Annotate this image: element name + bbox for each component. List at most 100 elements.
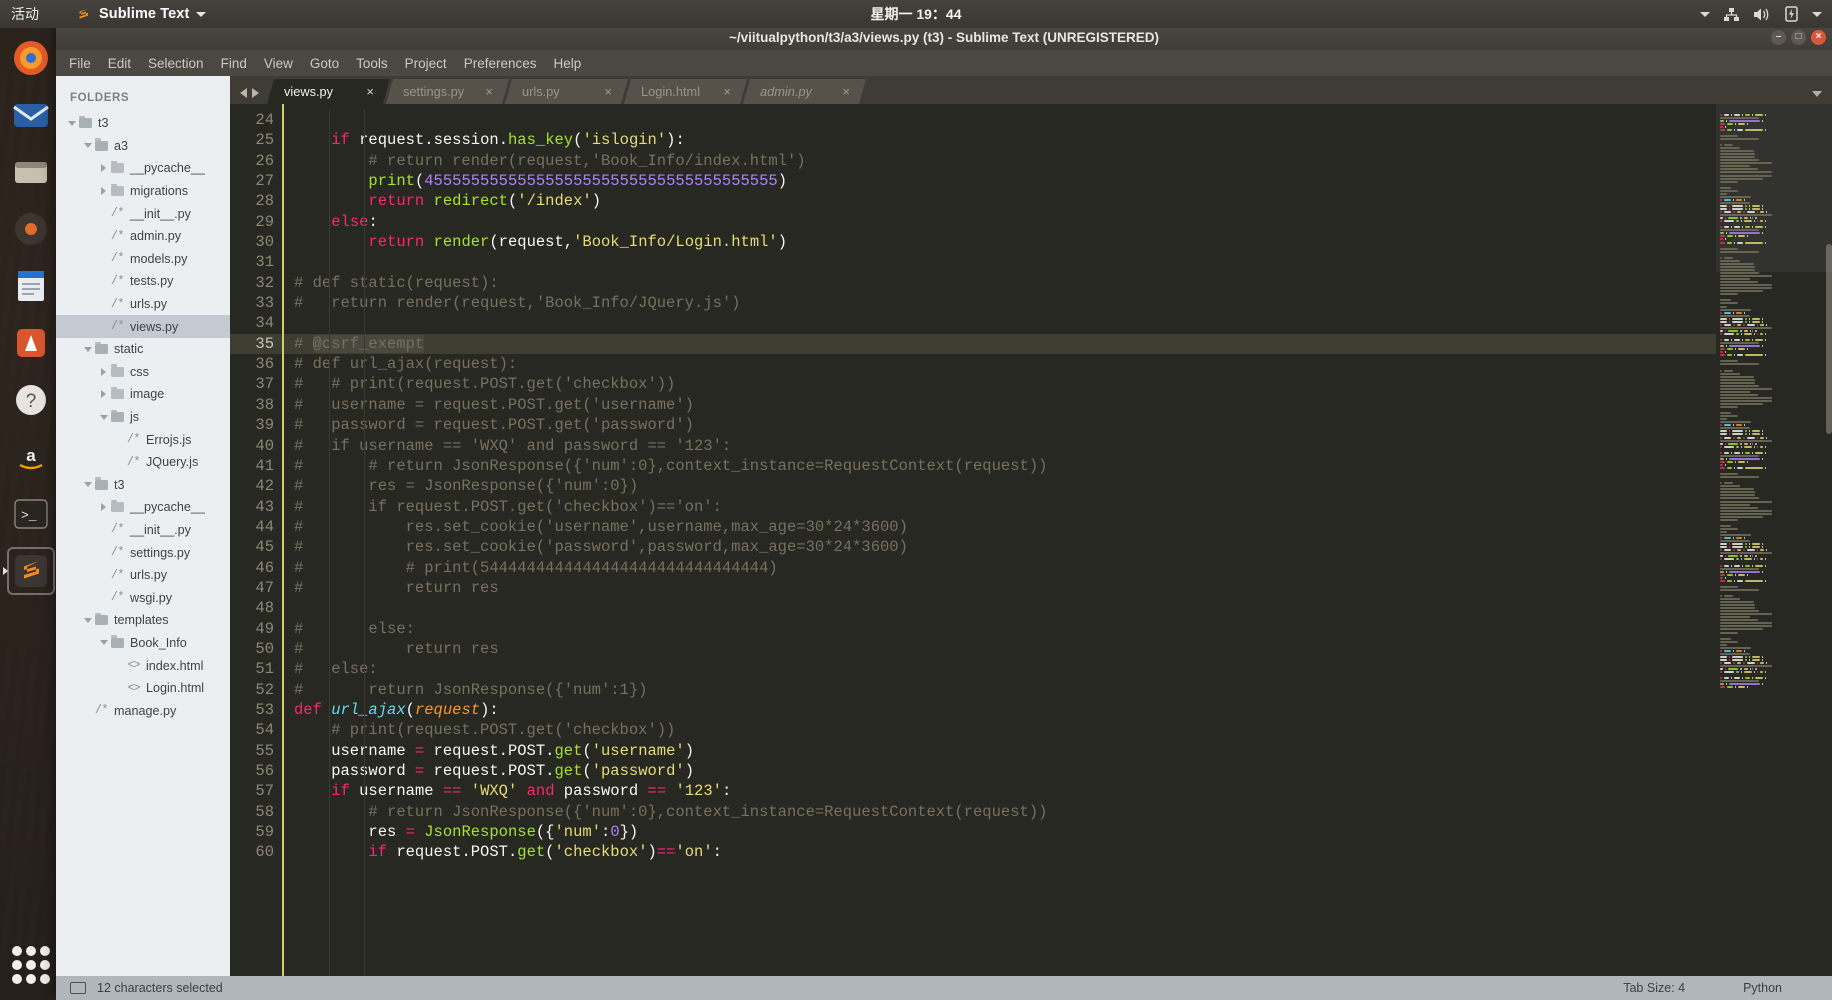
chevron-down-icon[interactable] [82,143,93,149]
code-line[interactable]: # return res [284,578,1832,598]
chevron-right-icon[interactable] [98,187,109,196]
code-line[interactable]: # # print(request.POST.get('checkbox')) [284,374,1832,394]
activities-button[interactable]: 活动 [11,4,39,24]
tab-close-icon[interactable]: × [842,84,850,99]
panel-caret-down-icon[interactable] [1700,11,1710,17]
next-tab-arrow-icon[interactable] [252,88,259,98]
code-line[interactable]: # return render(request,'Book_Info/JQuer… [284,293,1832,313]
panel-indicators[interactable] [1700,0,1822,28]
menu-item-project[interactable]: Project [405,56,447,71]
code-line[interactable]: return render(request,'Book_Info/Login.h… [284,232,1832,252]
code-line[interactable]: # # print(544444444444444444444444444444… [284,558,1832,578]
code-line[interactable]: if username == 'WXQ' and password == '12… [284,781,1832,801]
sidebar-item--init-py[interactable]: /* __init__.py [56,202,230,225]
sidebar-item-js[interactable]: js [56,406,230,429]
launcher-item-rhythmbox[interactable] [7,205,55,253]
sidebar-item-views-py[interactable]: /* views.py [56,315,230,338]
launcher-item-sublime-text[interactable] [3,547,55,595]
code-line[interactable]: # # return JsonResponse({'num':0},contex… [284,456,1832,476]
menu-bar[interactable]: File Edit Selection Find View Goto Tools Projec… [56,50,1832,76]
tab-settings-py[interactable]: settings.py × [386,79,509,104]
code-line[interactable]: username = request.POST.get('username') [284,741,1832,761]
minimap[interactable] [1716,104,1832,976]
launcher-item-libreoffice-writer[interactable] [7,262,55,310]
code-line[interactable]: # if request.POST.get('checkbox')=='on': [284,497,1832,517]
vertical-scrollbar[interactable] [1826,104,1832,976]
code-line[interactable]: def url_ajax(request): [284,700,1832,720]
volume-icon[interactable] [1753,7,1771,22]
tab-urls-py[interactable]: urls.py × [505,79,628,104]
prev-tab-arrow-icon[interactable] [240,88,247,98]
sidebar-item-book-info[interactable]: Book_Info [56,632,230,655]
chevron-down-icon[interactable] [82,617,93,623]
show-applications-button[interactable] [12,946,50,984]
sidebar-item-a3[interactable]: a3 [56,135,230,158]
tab-close-icon[interactable]: × [485,84,493,99]
sidebar-item-t3[interactable]: t3 [56,474,230,497]
app-menu[interactable]: Sublime Text [75,6,207,23]
code-line[interactable]: # else: [284,619,1832,639]
sidebar-item-urls-py[interactable]: /* urls.py [56,293,230,316]
sidebar-item-admin-py[interactable]: /* admin.py [56,225,230,248]
launcher-item-thunderbird[interactable] [7,91,55,139]
code-line[interactable]: # else: [284,659,1832,679]
code-line[interactable]: else: [284,212,1832,232]
chevron-down-icon[interactable] [98,414,109,420]
chevron-right-icon[interactable] [98,390,109,399]
chevron-down-icon[interactable] [66,120,77,126]
code-line[interactable]: print(4555555555555555555555555555555555… [284,171,1832,191]
chevron-down-icon[interactable] [82,482,93,488]
menu-item-edit[interactable]: Edit [108,56,131,71]
tab-login-html[interactable]: Login.html × [624,79,747,104]
code-line[interactable]: # def url_ajax(request): [284,354,1832,374]
network-icon[interactable] [1723,7,1740,22]
code-line[interactable] [284,598,1832,618]
chevron-down-icon[interactable] [82,346,93,352]
sidebar-item-urls-py[interactable]: /* urls.py [56,564,230,587]
menu-item-file[interactable]: File [69,56,91,71]
code-line[interactable]: # return JsonResponse({'num':1}) [284,680,1832,700]
sidebar-toggle-icon[interactable] [70,982,86,994]
menu-item-find[interactable]: Find [221,56,247,71]
code-line[interactable]: # res.set_cookie('username',username,max… [284,517,1832,537]
sidebar-item--pycache-[interactable]: __pycache__ [56,157,230,180]
tab-views-py[interactable]: views.py × [267,79,390,104]
chevron-right-icon[interactable] [98,503,109,512]
sidebar-item-css[interactable]: css [56,361,230,384]
code-line[interactable] [284,313,1832,333]
sidebar-item-errojs-js[interactable]: /* Errojs.js [56,428,230,451]
code-line[interactable]: # return render(request,'Book_Info/index… [284,151,1832,171]
code-line[interactable]: # if username == 'WXQ' and password == '… [284,436,1832,456]
code-line[interactable]: password = request.POST.get('password') [284,761,1832,781]
code-line[interactable]: res = JsonResponse({'num':0}) [284,822,1832,842]
code-line[interactable]: # password = request.POST.get('password'… [284,415,1832,435]
tab-close-icon[interactable]: × [604,84,612,99]
sidebar-item-static[interactable]: static [56,338,230,361]
tab-list[interactable]: views.py × settings.py × urls.py × Login.html ×… [267,79,862,104]
sidebar-item--pycache-[interactable]: __pycache__ [56,496,230,519]
menu-item-help[interactable]: Help [554,56,582,71]
panel-clock[interactable]: 星期一 19：44 [0,4,1832,24]
sidebar-item--init-py[interactable]: /* __init__.py [56,519,230,542]
editor-body[interactable]: 24 25 26 27 28 29 30 31 32 33 34 35 36 37 38 39 40 41 42 43… [230,104,1832,976]
menu-item-view[interactable]: View [264,56,293,71]
launcher-item-firefox[interactable] [7,34,55,82]
vertical-scrollbar-thumb[interactable] [1826,244,1832,434]
launcher-item-terminal[interactable]: >_ [7,490,55,538]
code-line[interactable]: # def static(request): [284,273,1832,293]
code-line[interactable] [284,110,1832,130]
code-line[interactable]: if request.session.has_key('islogin'): [284,130,1832,150]
unity-launcher[interactable]: ? a >_ [0,28,62,1000]
sidebar-item-models-py[interactable]: /* models.py [56,248,230,271]
sidebar-list[interactable]: t3 a3 __pycache__ migrations/* __init__.py/*… [56,112,230,722]
sidebar-item-manage-py[interactable]: /* manage.py [56,699,230,722]
sidebar-item-t3[interactable]: t3 [56,112,230,135]
sidebar-item-wsgi-py[interactable]: /* wsgi.py [56,586,230,609]
tab-navigation[interactable] [230,88,267,104]
code-line[interactable]: # res.set_cookie('password',password,max… [284,537,1832,557]
menu-item-selection[interactable]: Selection [148,56,204,71]
menu-item-tools[interactable]: Tools [356,56,388,71]
tab-overflow-menu-icon[interactable] [1812,91,1822,97]
sidebar-item-jquery-js[interactable]: /* JQuery.js [56,451,230,474]
system-menu-caret-icon[interactable] [1812,11,1822,17]
